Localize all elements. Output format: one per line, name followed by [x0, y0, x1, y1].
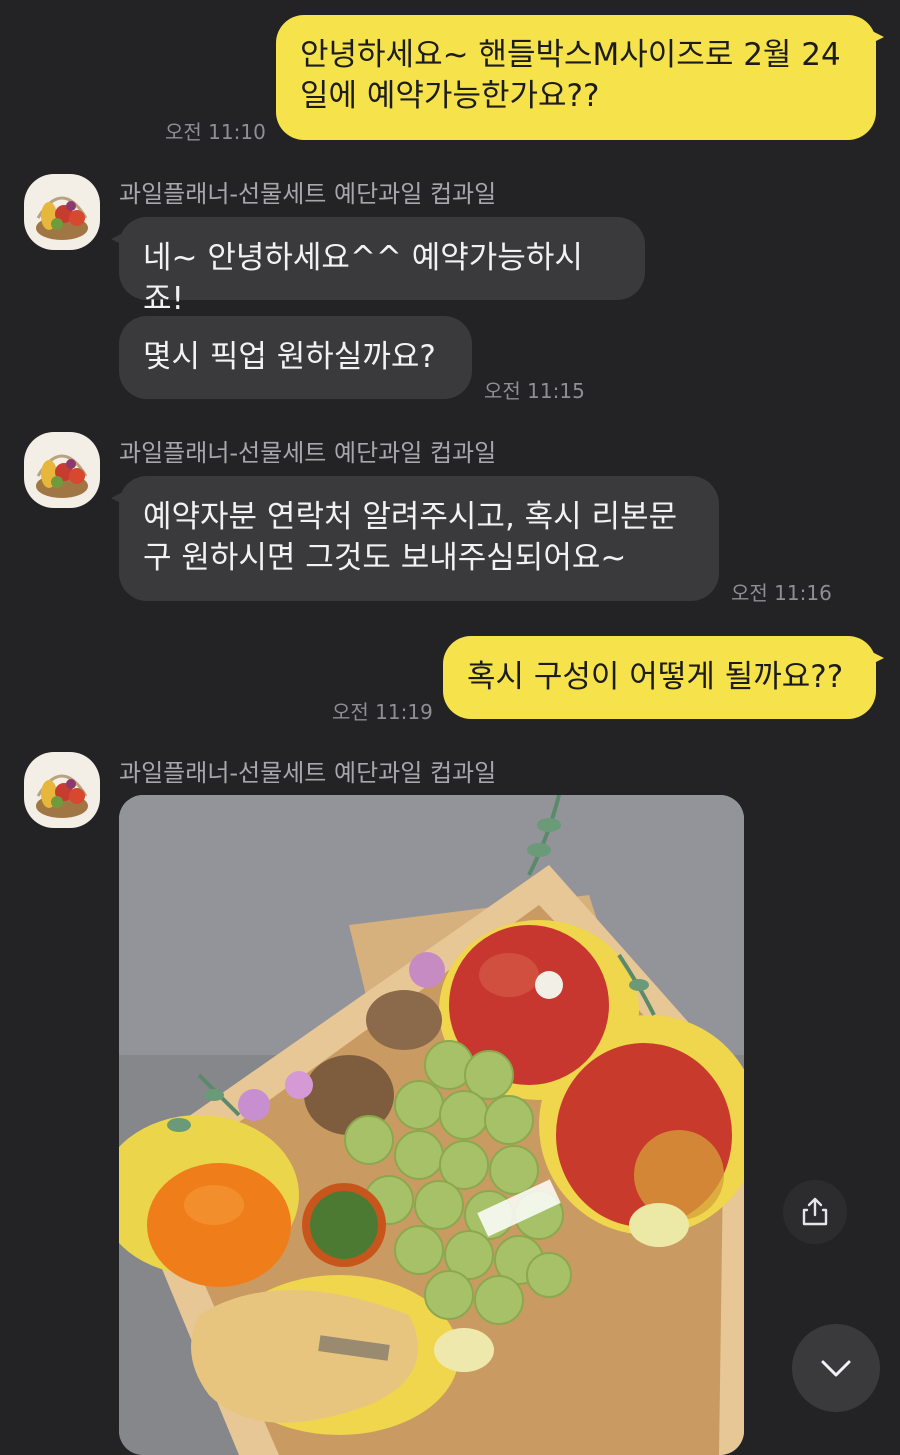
chevron-down-icon: [821, 1360, 851, 1377]
sent-message-bubble[interactable]: 안녕하세요~ 핸들박스M사이즈로 2월 24 일에 예약가능한가요??: [276, 15, 884, 140]
sent-message-bubble[interactable]: 혹시 구성이 어떻게 될까요??: [443, 636, 884, 719]
sender-name: 과일플래너-선물세트 예단과일 컵과일: [119, 180, 497, 208]
message-time: 오전 11:15: [484, 379, 585, 403]
received-message-bubble[interactable]: 예약자분 연락처 알려주시고, 혹시 리본문 구 원하시면 그것도 보내주심되어…: [111, 476, 719, 601]
fruit-basket-avatar: [36, 454, 88, 498]
share-icon: [802, 1197, 828, 1226]
received-message-bubble[interactable]: 네~ 안녕하세요^^ 예약가능하시죠!: [111, 217, 645, 317]
sender-avatar[interactable]: [24, 432, 100, 508]
sender-avatar[interactable]: [24, 174, 100, 250]
share-button[interactable]: [783, 1180, 847, 1244]
received-message-bubble[interactable]: 몇시 픽업 원하실까요?: [119, 316, 472, 399]
scroll-down-button[interactable]: [792, 1324, 880, 1412]
sender-name: 과일플래너-선물세트 예단과일 컵과일: [119, 759, 497, 787]
message-time: 오전 11:19: [332, 700, 433, 724]
fruit-basket-avatar: [36, 774, 88, 818]
fruit-gift-box-photo[interactable]: [119, 795, 744, 1455]
fruit-basket-avatar: [36, 196, 88, 240]
sender-name: 과일플래너-선물세트 예단과일 컵과일: [119, 439, 497, 467]
sender-avatar[interactable]: [24, 752, 100, 828]
message-time: 오전 11:10: [165, 120, 266, 144]
message-time: 오전 11:16: [731, 581, 832, 605]
